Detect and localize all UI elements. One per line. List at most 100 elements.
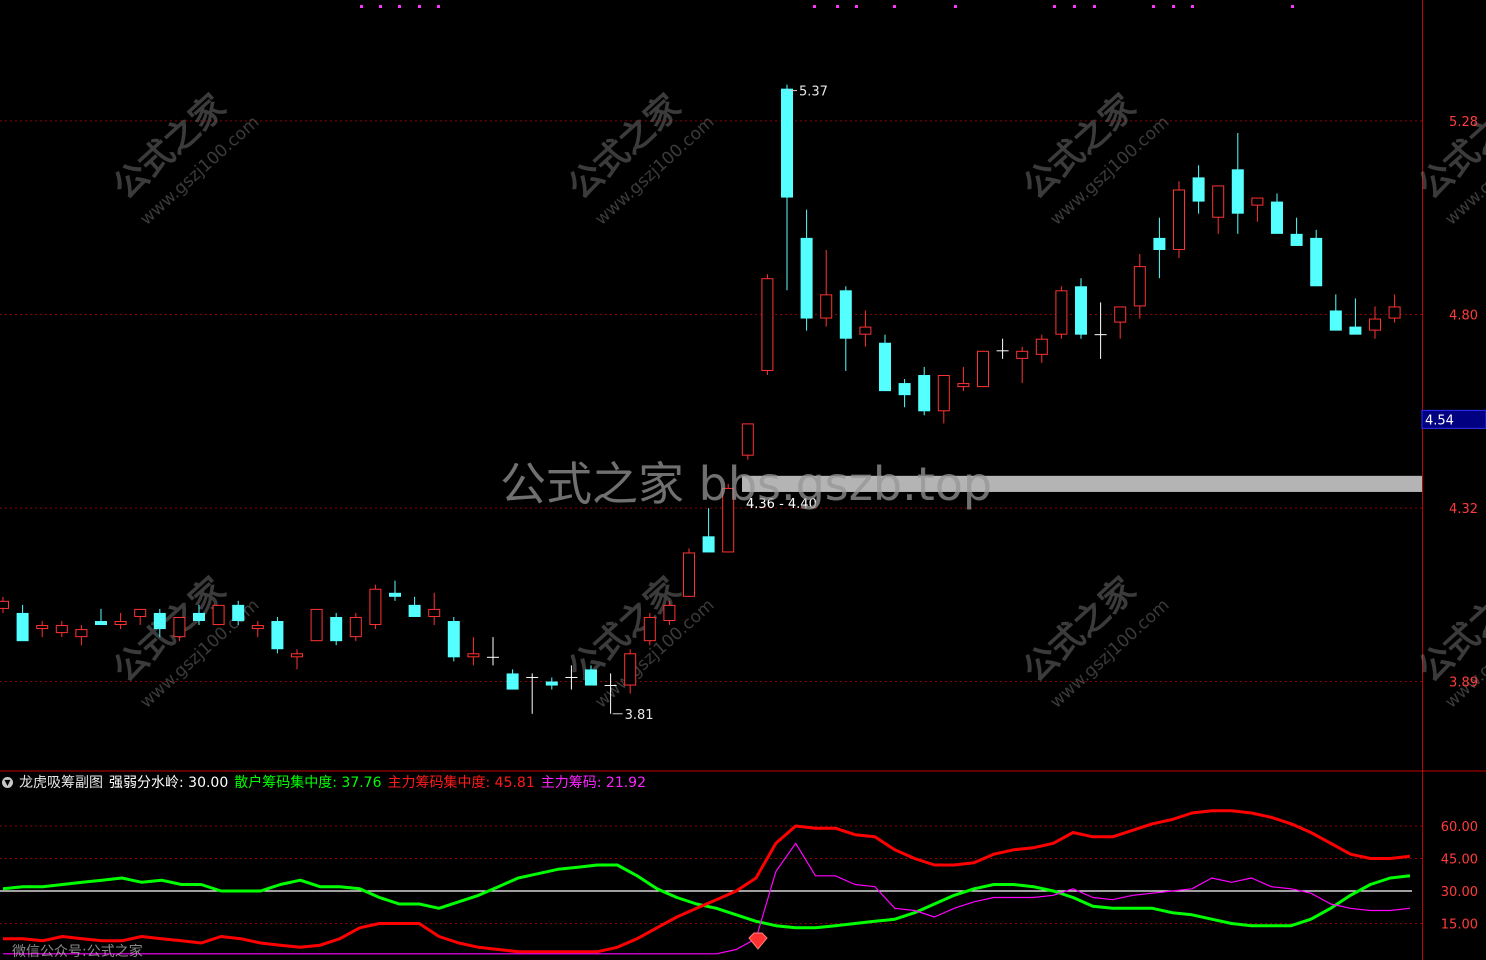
candle [349,612,362,642]
signal-dot [813,5,816,8]
candle [75,625,88,646]
candle-body [879,342,891,392]
signal-dot [379,5,382,8]
candle-body [977,350,989,388]
signal-dot [360,5,363,8]
candle-body [702,536,715,553]
watermark-tile: 公式之家www.gszj100.com [1411,87,1486,230]
candle-body [36,625,49,630]
candle [251,621,264,638]
candle [467,637,480,666]
candle-body [1075,286,1087,335]
candle [1133,254,1146,319]
candle-body [1231,169,1244,214]
collapse-icon[interactable]: ▼ [2,776,13,788]
candle-body [761,278,774,371]
candle [271,616,284,654]
candle [1290,217,1303,246]
candle [1192,165,1205,214]
signal-dot [1152,5,1155,8]
candle [16,604,29,642]
candle [820,249,833,327]
candle-body [1290,233,1303,246]
candle-body [820,294,833,319]
candle [55,621,68,638]
candle [545,677,558,690]
candle [1173,181,1185,259]
candle [408,596,421,617]
candle-body [643,616,656,642]
candle-body [1251,197,1264,206]
candle [1310,229,1323,287]
candle-body [1271,201,1283,234]
candle-body [1114,306,1127,323]
candle-body [232,604,245,622]
candle [937,375,950,424]
candle [212,604,225,626]
candle-body [585,669,597,686]
candle [761,274,774,375]
candle-body [1016,350,1029,359]
candle-body [428,608,441,617]
candle [996,338,1009,359]
candle-body [1153,237,1166,250]
candle [369,584,382,630]
candle-body [683,552,695,597]
candle [0,596,9,613]
threshold-label: 强弱分水岭: 30.00 [109,775,229,791]
candle-body [1035,338,1048,355]
signal-dot [836,5,839,8]
candle [1035,334,1048,363]
candle [1114,306,1127,339]
indicator-tick-label: 45.00 [1441,853,1478,868]
candle [1329,294,1342,331]
candle-body [0,600,9,609]
candle [310,608,323,642]
candle-body [800,237,813,319]
candle [291,649,303,670]
candle [879,334,891,392]
price-axis-layer: 5.28 4.80 4.32 3.89 4.54 60.00 45.00 30.00 15.00 [1421,115,1486,933]
high-price-label: 5.37 [799,85,828,100]
candle [977,350,989,388]
candle-body [506,673,519,690]
candle-body [408,604,421,617]
candle [800,209,813,331]
price-tick-label: 4.32 [1449,502,1478,517]
candle [957,366,970,392]
signal-diamond-icon [748,932,768,950]
candle-body [16,612,29,642]
main-chips-label: 主力筹码: 21.92 [540,775,646,791]
footer-watermark: 微信公众号:公式之家 [12,944,143,960]
indicator-title[interactable]: 龙虎吸筹副图 [19,772,103,792]
candle [389,580,401,601]
candle [1388,294,1401,323]
candle-body [663,604,676,622]
candle-body [624,653,637,686]
indicator-tick-label: 30.00 [1441,885,1478,900]
candle [918,366,931,416]
candle [1212,185,1225,234]
candle-body [859,326,872,335]
candle-body [467,653,480,658]
candle [487,637,499,666]
indicator-lines-layer [0,809,1412,955]
candle-body [389,592,401,597]
candle-body [349,616,362,638]
price-tick-label: 4.80 [1449,309,1478,324]
candle-body [55,625,68,634]
candle [859,310,872,347]
chart-stage: 公式之家 www.gszj100.com 公式之家 www.gszj100.com 公式… [0,0,1486,960]
signal-dot [893,5,896,8]
signal-dot [1291,5,1294,8]
indicator-tick-label: 15.00 [1441,918,1478,933]
watermark-tile: 公式之家www.gszj100.com [106,87,264,230]
price-tick-label: 5.28 [1449,115,1478,130]
candle [330,612,343,646]
candle-body [212,604,225,626]
signal-dot [1191,5,1194,8]
candle [781,84,793,291]
candle [114,612,127,630]
retail-label: 散户筹码集中度: 37.76 [234,775,382,791]
watermark-tile: 公式之家www.gszj100.com [1016,87,1174,230]
